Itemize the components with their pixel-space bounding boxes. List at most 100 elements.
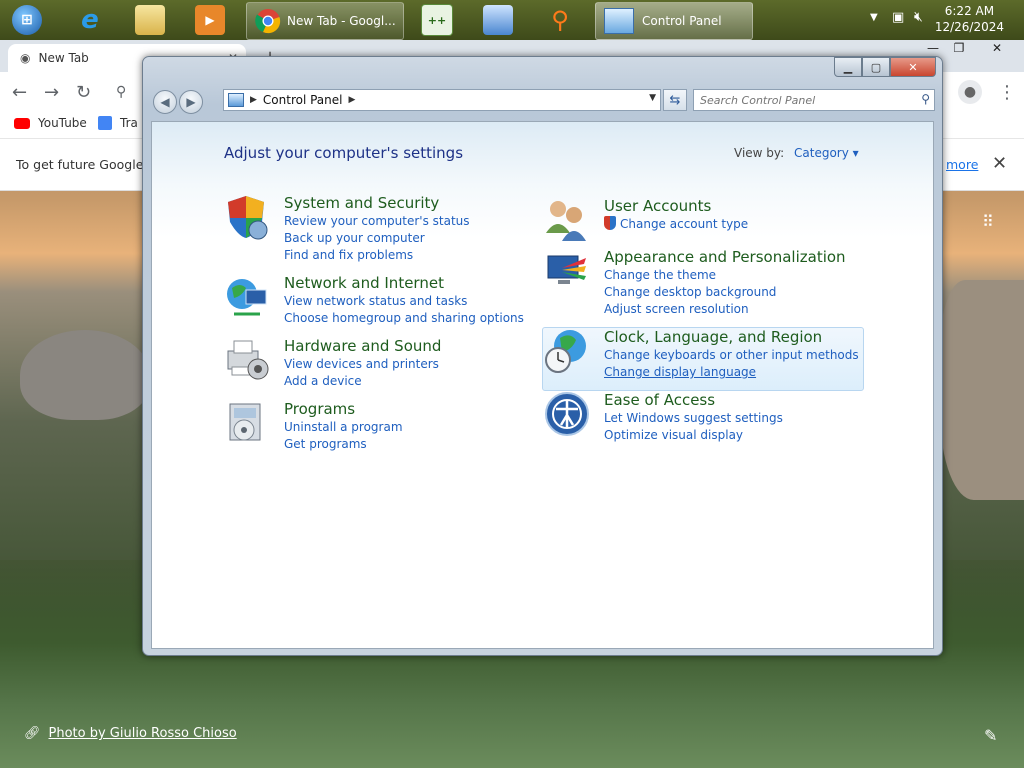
close-button[interactable]: ✕ xyxy=(890,57,936,77)
category-title[interactable]: Appearance and Personalization xyxy=(604,248,846,267)
category-link[interactable]: Review your computer's status xyxy=(284,213,470,230)
category-link[interactable]: View devices and printers xyxy=(284,356,441,373)
change-account-type-link[interactable]: Change account type xyxy=(620,217,748,231)
clock-globe-icon xyxy=(545,330,586,373)
category-appearance-personalization[interactable]: Appearance and Personalization Change th… xyxy=(544,248,846,318)
category-network-internet[interactable]: Network and Internet View network status… xyxy=(224,274,524,327)
navigation-bar: ◀ ▶ ▶ Control Panel ▶ ▼ ⇆ ⚲ xyxy=(149,87,936,115)
clock[interactable]: 6:22 AM 12/26/2024 xyxy=(935,3,1004,35)
chrome-close-button[interactable]: ✕ xyxy=(982,40,1012,56)
control-panel-content: Adjust your computer's settings View by:… xyxy=(151,121,934,649)
category-link[interactable]: Change keyboards or other input methods xyxy=(604,347,859,364)
magnifier-icon: ⚲ xyxy=(551,6,569,34)
photo-credit-link[interactable]: Photo by Giulio Rosso Chioso xyxy=(49,726,237,741)
forward-icon[interactable]: → xyxy=(44,82,59,103)
volume-muted-icon[interactable]: 🔇︎ xyxy=(914,9,923,25)
caption-buttons: ▁ ▢ ✕ xyxy=(834,57,936,77)
bookmark-translate[interactable]: Tra xyxy=(98,116,138,130)
tray-expand-icon[interactable]: ▼ xyxy=(870,12,878,23)
media-player-button[interactable]: ▶ xyxy=(190,2,230,38)
internet-explorer-icon: e xyxy=(81,5,99,35)
refresh-button[interactable]: ⇆ xyxy=(663,89,687,111)
category-link[interactable]: Change display language xyxy=(604,364,859,381)
forward-button[interactable]: ▶ xyxy=(179,90,203,114)
breadcrumb-arrow-icon[interactable]: ▶ xyxy=(349,95,356,105)
chrome-icon xyxy=(255,9,281,34)
clock-time: 6:22 AM xyxy=(944,4,995,18)
uac-shield-icon xyxy=(604,216,616,230)
category-title[interactable]: Hardware and Sound xyxy=(284,337,441,356)
category-link[interactable]: Choose homegroup and sharing options xyxy=(284,310,524,327)
explorer-button[interactable] xyxy=(130,2,170,38)
omnibox-search-icon[interactable]: ⚲ xyxy=(116,84,126,100)
category-link[interactable]: Change account type xyxy=(604,216,748,233)
chrome-menu-icon[interactable]: ⋮ xyxy=(998,82,1016,103)
control-panel-window: ▁ ▢ ✕ ◀ ▶ ▶ Control Panel ▶ ▼ ⇆ ⚲ Adjust… xyxy=(142,56,943,656)
category-link[interactable]: Get programs xyxy=(284,436,403,453)
bookmark-label: Tra xyxy=(120,116,138,130)
back-button[interactable]: ◀ xyxy=(153,90,177,114)
category-title[interactable]: Clock, Language, and Region xyxy=(604,328,859,347)
programs-icon xyxy=(229,403,261,441)
view-by-category-dropdown[interactable]: Category ▾ xyxy=(794,146,859,160)
appearance-icon xyxy=(547,255,586,284)
category-link[interactable]: View network status and tasks xyxy=(284,293,524,310)
bookmark-youtube[interactable]: YouTube xyxy=(14,116,87,130)
category-link[interactable]: Back up your computer xyxy=(284,230,470,247)
start-button[interactable]: ⊞ xyxy=(6,2,48,38)
breadcrumb-control-panel[interactable]: Control Panel xyxy=(263,93,343,107)
category-title[interactable]: Programs xyxy=(284,400,403,419)
photo-credit[interactable]: 🔗︎ Photo by Giulio Rosso Chioso xyxy=(24,726,237,741)
maximize-button[interactable]: ▢ xyxy=(862,57,890,77)
category-clock-language-region[interactable]: Clock, Language, and Region Change keybo… xyxy=(544,328,859,381)
edit-pencil-icon[interactable]: ✎ xyxy=(984,726,997,745)
network-tray-icon[interactable]: ▣ xyxy=(892,10,904,25)
category-link[interactable]: Change the theme xyxy=(604,267,846,284)
category-link[interactable]: Change desktop background xyxy=(604,284,846,301)
network-button[interactable] xyxy=(480,2,516,38)
users-icon xyxy=(546,201,586,241)
category-link[interactable]: Adjust screen resolution xyxy=(604,301,846,318)
search-box[interactable]: ⚲ xyxy=(693,89,935,111)
minimize-button[interactable]: ▁ xyxy=(834,57,862,77)
notepad-plus-icon: ++ xyxy=(421,4,453,36)
category-link[interactable]: Find and fix problems xyxy=(284,247,470,264)
search-icon[interactable]: ⚲ xyxy=(921,92,930,106)
category-link[interactable]: Let Windows suggest settings xyxy=(604,410,783,427)
folder-icon xyxy=(135,5,165,35)
internet-explorer-button[interactable]: e xyxy=(70,2,110,38)
infobar-close-icon[interactable]: ✕ xyxy=(992,153,1007,174)
search-tool-button[interactable]: ⚲ xyxy=(542,2,578,38)
back-icon[interactable]: ← xyxy=(12,82,27,103)
chrome-maximize-button[interactable]: ❐ xyxy=(944,40,974,56)
computer-network-icon xyxy=(483,5,513,35)
chrome-task-button[interactable]: New Tab - Googl... xyxy=(246,2,404,40)
category-ease-of-access[interactable]: Ease of Access Let Windows suggest setti… xyxy=(544,391,783,444)
notepad-button[interactable]: ++ xyxy=(420,2,454,38)
control-panel-task-button[interactable]: Control Panel xyxy=(595,2,753,40)
category-title[interactable]: Ease of Access xyxy=(604,391,783,410)
category-hardware-sound[interactable]: Hardware and Sound View devices and prin… xyxy=(224,337,441,390)
search-input[interactable] xyxy=(694,92,912,108)
globe-network-icon xyxy=(227,279,267,316)
category-programs[interactable]: Programs Uninstall a program Get program… xyxy=(224,400,403,453)
infobar-more-link[interactable]: more xyxy=(946,157,978,172)
address-dropdown-icon[interactable]: ▼ xyxy=(649,93,656,103)
ease-of-access-icon xyxy=(545,392,589,436)
breadcrumb-arrow-icon[interactable]: ▶ xyxy=(250,95,257,105)
youtube-icon xyxy=(14,117,30,129)
category-title[interactable]: Network and Internet xyxy=(284,274,524,293)
address-bar[interactable]: ▶ Control Panel ▶ ▼ xyxy=(223,89,661,111)
category-link[interactable]: Uninstall a program xyxy=(284,419,403,436)
category-link[interactable]: Optimize visual display xyxy=(604,427,783,444)
category-system-security[interactable]: System and Security Review your computer… xyxy=(224,194,470,264)
view-by: View by: Category ▾ xyxy=(734,146,859,160)
google-apps-icon[interactable]: ⠿ xyxy=(982,212,998,231)
category-user-accounts[interactable]: User Accounts Change account type xyxy=(544,197,748,243)
profile-avatar-icon[interactable]: ● xyxy=(958,80,982,104)
category-title[interactable]: System and Security xyxy=(284,194,470,213)
category-link[interactable]: Add a device xyxy=(284,373,441,390)
taskbar: ⊞ e ▶ New Tab - Googl... ++ ⚲ Control Pa… xyxy=(0,0,1024,41)
category-title[interactable]: User Accounts xyxy=(604,197,748,216)
reload-icon[interactable]: ↻ xyxy=(76,82,91,103)
